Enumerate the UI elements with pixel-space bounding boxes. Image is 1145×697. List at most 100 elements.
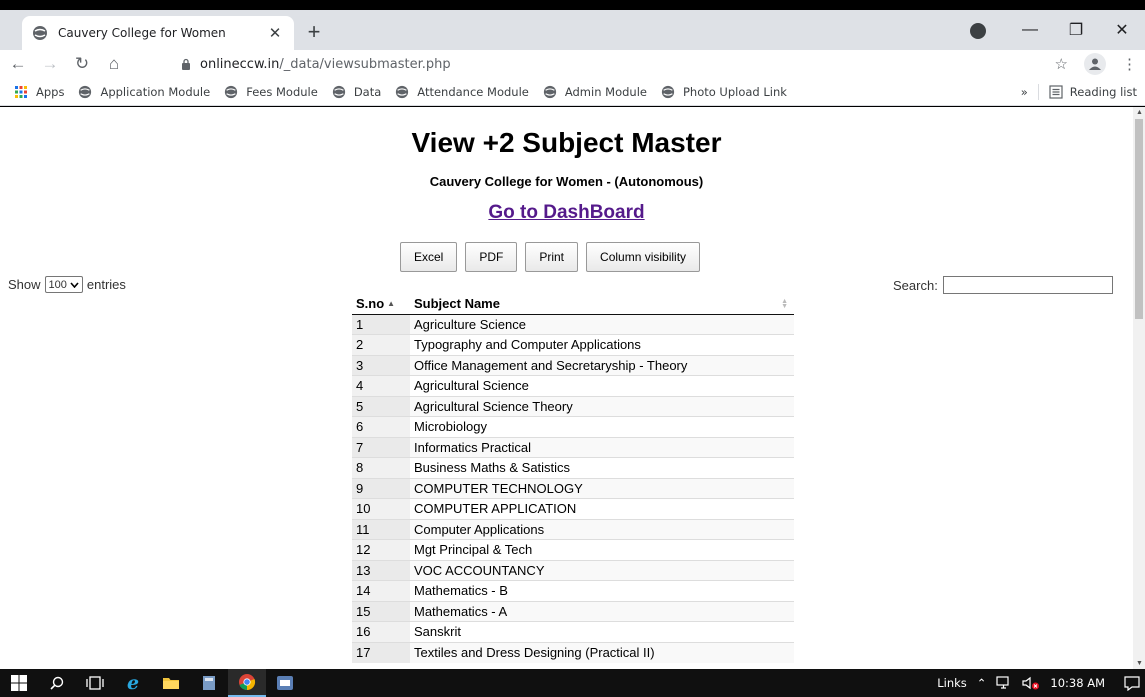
scroll-down-icon[interactable]: ▼: [1136, 660, 1143, 667]
task-view-icon[interactable]: [76, 669, 114, 697]
globe-icon: [661, 85, 675, 98]
header-label: S.no: [356, 296, 385, 312]
system-tray: Links ⌃ 10:38 AM: [937, 669, 1141, 697]
cell-subject-name: VOC ACCOUNTANCY: [410, 559, 794, 581]
back-icon[interactable]: ←: [4, 54, 32, 74]
page-subtitle: Cauvery College for Women - (Autonomous): [429, 174, 704, 189]
forward-icon[interactable]: →: [36, 54, 64, 74]
cell-sno: 2: [352, 334, 410, 355]
header-subject-name[interactable]: Subject Name ▲ ▼: [410, 294, 794, 315]
browser-tab[interactable]: Cauvery College for Women ✕: [22, 16, 294, 50]
windows-start-icon[interactable]: [0, 669, 38, 697]
file-explorer-icon[interactable]: [152, 669, 190, 697]
search-input[interactable]: [942, 276, 1113, 294]
bookmark-admin-module[interactable]: Admin Module: [543, 85, 647, 99]
more-bookmarks-icon[interactable]: »: [1021, 85, 1028, 99]
table-row: 8 Business Maths & Satistics: [352, 457, 794, 478]
column-visibility-button[interactable]: Column visibility: [586, 242, 701, 272]
notifications-icon[interactable]: [1123, 675, 1141, 691]
address-bar[interactable]: onlineccw.in/_data/viewsubmaster.php: [180, 53, 451, 75]
globe-icon: [79, 85, 92, 98]
window-controls: — ❐ ✕: [1007, 10, 1145, 50]
bookmark-attendance-module[interactable]: Attendance Module: [395, 85, 529, 99]
cell-sno: 1: [352, 313, 410, 335]
cell-sno: 5: [352, 395, 410, 417]
cell-subject-name: Mathematics - A: [410, 600, 794, 622]
url-host: onlineccw.in: [200, 56, 280, 72]
globe-icon: [396, 85, 409, 98]
table-row: 7 Informatics Practical: [352, 436, 794, 458]
print-button[interactable]: Print: [525, 242, 579, 272]
bookmark-photo-upload-link[interactable]: Photo Upload Link: [661, 85, 787, 99]
bookmark-fees-module[interactable]: Fees Module: [224, 85, 318, 99]
new-tab-icon[interactable]: +: [302, 21, 326, 43]
globe-icon: [332, 85, 345, 98]
calculator-icon[interactable]: [190, 669, 228, 697]
cell-sno: 6: [352, 416, 410, 437]
page-scrollbar[interactable]: ▲ ▼: [1133, 107, 1145, 669]
scroll-up-icon[interactable]: ▲: [1136, 109, 1143, 116]
cell-subject-name: Informatics Practical: [410, 436, 794, 458]
star-icon[interactable]: ☆: [1055, 55, 1068, 73]
clock[interactable]: 10:38 AM: [1050, 676, 1105, 690]
entries-length-control: Show 100 entries: [8, 276, 126, 293]
table-row: 3 Office Management and Secretaryship - T…: [352, 354, 794, 376]
cell-sno: 9: [352, 477, 410, 499]
table-row: 11 Computer Applications: [352, 518, 794, 540]
home-icon[interactable]: ⌂: [100, 54, 128, 74]
links-toolbar[interactable]: Links: [937, 676, 967, 690]
globe-icon: [33, 26, 47, 40]
cell-sno: 4: [352, 375, 410, 396]
pdf-button[interactable]: PDF: [465, 242, 518, 272]
network-icon[interactable]: [996, 676, 1012, 690]
tab-strip: Cauvery College for Women ✕ + — ❐ ✕: [0, 10, 1145, 50]
table-row: 13 VOC ACCOUNTANCY: [352, 559, 794, 581]
excel-button[interactable]: Excel: [400, 242, 458, 272]
menu-icon[interactable]: ⋮: [1122, 55, 1137, 73]
table-row: 16 Sanskrit: [352, 621, 794, 642]
bookmark-data[interactable]: Data: [332, 85, 381, 99]
tab-title: Cauvery College for Women: [58, 26, 226, 40]
account-icon[interactable]: [1084, 53, 1106, 75]
header-sno[interactable]: S.no ▲: [352, 294, 410, 315]
search-icon[interactable]: [38, 669, 76, 697]
scrollbar-thumb[interactable]: [1135, 119, 1143, 319]
page-title: View +2 Subject Master: [411, 127, 722, 158]
bookmark-label: Admin Module: [564, 84, 647, 99]
toolbar-actions: ☆ ⋮: [1055, 53, 1137, 75]
reading-list-icon: [1049, 85, 1063, 99]
volume-muted-icon[interactable]: [1022, 676, 1040, 690]
cell-sno: 15: [352, 600, 410, 622]
close-tab-icon[interactable]: ✕: [266, 24, 284, 42]
bookmarks-right: » Reading list: [1021, 84, 1137, 100]
dashboard-link[interactable]: Go to DashBoard: [0, 202, 1133, 224]
restore-icon[interactable]: ❐: [1053, 20, 1099, 40]
cell-subject-name: Office Management and Secretaryship - Th…: [410, 354, 794, 376]
globe-icon: [543, 85, 556, 98]
sort-asc-icon: ▲: [387, 299, 396, 309]
bookmark-apps[interactable]: Apps: [14, 85, 64, 99]
entries-select[interactable]: 100: [44, 276, 83, 293]
close-window-icon[interactable]: ✕: [1099, 20, 1145, 40]
table-row: 15 Mathematics - A: [352, 600, 794, 622]
table-row: 2 Typography and Computer Applications: [352, 334, 794, 355]
table-row: 17 Textiles and Dress Designing (Practica…: [352, 641, 794, 663]
bookmark-label: Fees Module: [246, 84, 318, 99]
table-row: 14 Mathematics - B: [352, 580, 794, 601]
internet-explorer-icon[interactable]: e: [114, 669, 152, 697]
chrome-icon[interactable]: [228, 669, 266, 697]
search-label: Search:: [893, 277, 938, 293]
bookmark-application-module[interactable]: Application Module: [78, 85, 210, 99]
app-icon[interactable]: [266, 669, 304, 697]
entries-label: entries: [86, 277, 126, 292]
cell-subject-name: Sanskrit: [410, 621, 794, 642]
reload-icon[interactable]: ↻: [68, 54, 96, 74]
reading-list-button[interactable]: Reading list: [1070, 85, 1137, 99]
table-row: 12 Mgt Principal & Tech: [352, 539, 794, 560]
minimize-icon[interactable]: —: [1007, 21, 1053, 39]
bookmark-label: Apps: [36, 84, 65, 99]
profile-icon[interactable]: [970, 23, 986, 39]
chevron-down-icon: [70, 281, 79, 288]
chevron-up-icon[interactable]: ⌃: [977, 676, 987, 690]
export-buttons: Excel PDF Print Column visibility: [400, 242, 701, 272]
